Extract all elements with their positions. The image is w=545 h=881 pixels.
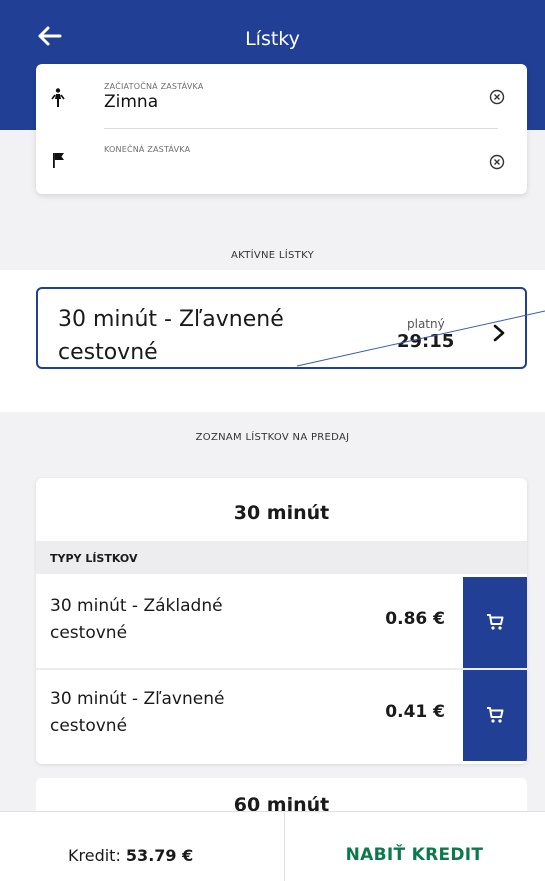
- sale-tickets-heading: ZOZNAM LÍSTKOV NA PREDAJ: [195, 432, 350, 443]
- end-stop-field[interactable]: KONEČNÁ ZASTÁVKA: [36, 128, 527, 192]
- ticket-price: 0.41 €: [385, 702, 445, 722]
- start-stop-value: Zimna: [104, 92, 159, 112]
- chevron-right-icon: [493, 324, 505, 342]
- person-walking-icon: [51, 88, 65, 107]
- footer-bar: Kredit: 53.79 € NABIŤ KREDIT: [0, 811, 545, 881]
- active-ticket-card[interactable]: 30 minút - Zľavnené cestovné platný 29:1…: [36, 287, 527, 369]
- credit-display: Kredit: 53.79 €: [68, 846, 193, 865]
- stops-card: ZAČIATOČNÁ ZASTÁVKA Zimna KONEČNÁ ZASTÁV…: [36, 64, 527, 194]
- ticket-types-header: TYPY LÍSTKOV: [36, 541, 527, 574]
- clear-circle-icon[interactable]: [489, 154, 505, 170]
- shopping-cart-icon: [487, 614, 504, 630]
- start-stop-field[interactable]: ZAČIATOČNÁ ZASTÁVKA Zimna: [36, 64, 527, 129]
- shopping-cart-icon: [487, 707, 504, 723]
- ticket-price: 0.86 €: [385, 609, 445, 629]
- top-up-credit-button[interactable]: NABIŤ KREDIT: [284, 845, 545, 865]
- valid-time: 29:15: [397, 331, 455, 352]
- page-title: Lístky: [245, 28, 300, 50]
- ticket-name: 30 minút - Základné cestovné: [50, 596, 223, 643]
- valid-label: platný: [407, 317, 445, 331]
- end-stop-label: KONEČNÁ ZASTÁVKA: [104, 145, 191, 154]
- ticket-group-card: 30 minút TYPY LÍSTKOV 30 minút - Základn…: [36, 478, 527, 764]
- active-ticket-name: 30 minút - Zľavnené cestovné: [58, 307, 284, 365]
- flag-icon: [53, 153, 64, 168]
- add-to-cart-button[interactable]: [463, 670, 527, 761]
- credit-value: 53.79 €: [125, 846, 194, 865]
- ticket-group-title: 30 minút: [233, 502, 330, 524]
- clear-circle-icon[interactable]: [489, 89, 505, 105]
- start-stop-label: ZAČIATOČNÁ ZASTÁVKA: [104, 82, 204, 91]
- ticket-name: 30 minút - Zľavnené cestovné: [50, 689, 225, 736]
- add-to-cart-button[interactable]: [463, 577, 527, 668]
- ticket-row: 30 minút - Zľavnené cestovné 0.41 €: [36, 670, 527, 761]
- ticket-row: 30 minút - Základné cestovné 0.86 €: [36, 577, 527, 668]
- credit-label: Kredit:: [68, 846, 121, 865]
- ticket-types-label: TYPY LÍSTKOV: [50, 552, 138, 565]
- active-tickets-heading: AKTÍVNE LÍSTKY: [231, 250, 314, 261]
